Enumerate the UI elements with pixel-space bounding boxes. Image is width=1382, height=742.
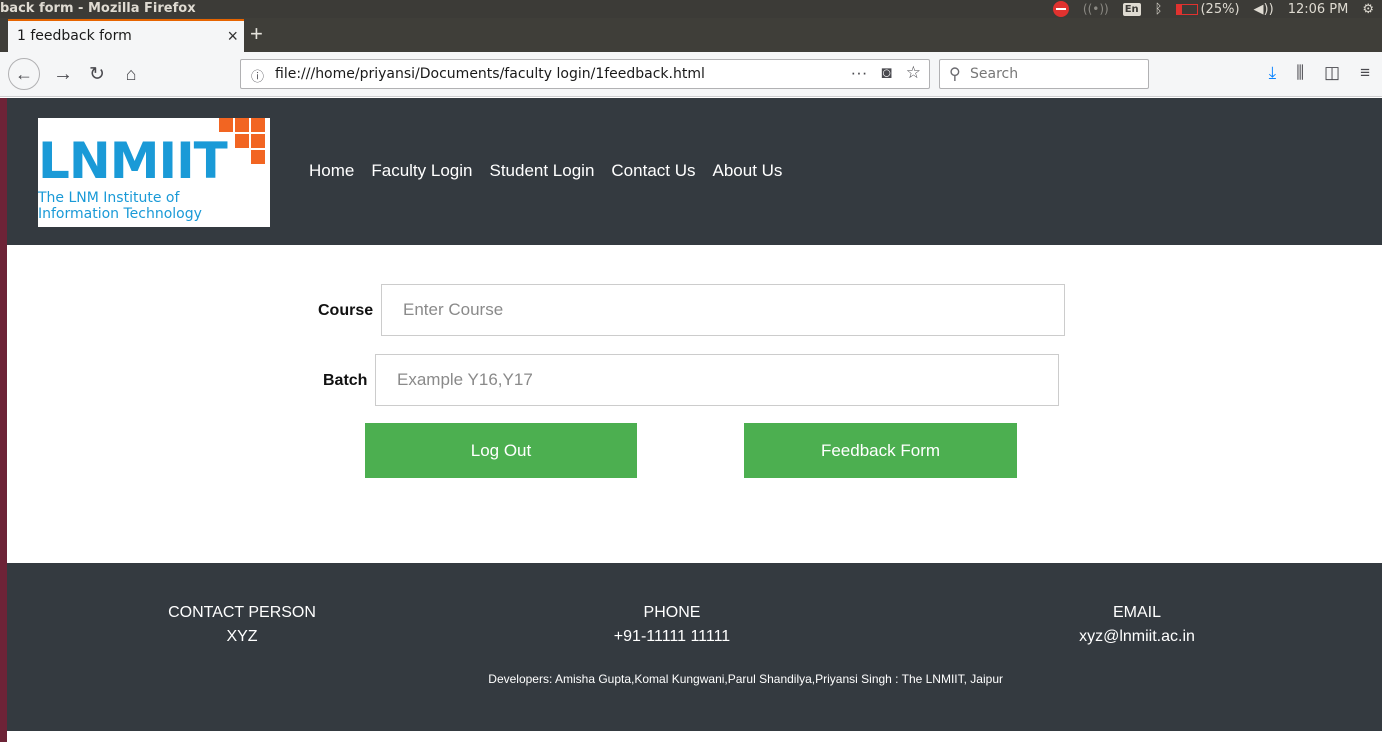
site-nav: Home Faculty Login Student Login Contact… [309,161,782,181]
search-icon: ⚲ [949,66,961,83]
course-label: Course [318,302,374,319]
batch-input[interactable] [375,354,1059,406]
clock[interactable]: 12:06 PM [1288,2,1349,17]
page-actions-ellipsis-icon[interactable]: ··· [850,63,867,83]
page-viewport: LNMIIT The LNM Institute of Information … [0,98,1382,742]
keyboard-layout-indicator[interactable]: En [1122,2,1141,16]
logo-subtitle-line-1: The LNM Institute of [38,190,180,206]
battery-icon [1176,3,1199,15]
wifi-icon[interactable]: ((•)) [1083,2,1109,16]
tab-feedback-form[interactable]: 1 feedback form × [8,19,244,52]
tab-title: 1 feedback form [17,28,132,44]
back-arrow-icon[interactable]: ← [8,58,40,90]
system-tray: ((•)) En ᛒ (25%) ◀)) 12:06 PM ⚙ [1052,0,1374,18]
os-top-bar: back form - Mozilla Firefox ((•)) En ᛒ (… [0,0,1382,18]
volume-icon[interactable]: ◀)) [1254,2,1274,17]
contact-heading: CONTACT PERSON [168,604,316,621]
log-out-button[interactable]: Log Out [365,423,637,478]
logo-square [235,118,249,132]
phone-heading: PHONE [643,604,701,621]
logo-square [251,118,265,132]
download-icon[interactable]: ⤓ [1269,63,1277,83]
logo-square [219,118,233,132]
lnmiit-logo[interactable]: LNMIIT The LNM Institute of Information … [38,118,270,227]
nav-link-contact-us[interactable]: Contact Us [611,161,695,181]
nav-link-student-login[interactable]: Student Login [489,161,594,181]
nav-link-faculty-login[interactable]: Faculty Login [371,161,472,181]
search-bar[interactable]: ⚲ [939,59,1149,89]
tab-strip: 1 feedback form × + [0,18,1382,52]
battery-percent: (25%) [1200,1,1240,17]
logo-square [235,134,249,148]
menu-hamburger-icon[interactable]: ≡ [1360,63,1370,83]
pocket-icon[interactable]: ◙ [881,63,891,83]
window-title: back form - Mozilla Firefox [0,1,196,16]
email-heading: EMAIL [1112,604,1161,621]
url-text[interactable]: file:///home/priyansi/Documents/faculty … [275,66,705,82]
course-input[interactable] [381,284,1065,336]
browser-toolbar: ← → ↻ ⌂ ⓘ file:///home/priyansi/Document… [0,52,1382,97]
reload-icon[interactable]: ↻ [84,60,110,88]
logo-square [251,150,265,164]
site-header: LNMIIT The LNM Institute of Information … [7,98,1382,245]
footer-email: EMAIL xyz@lnmiit.ac.in [1057,601,1217,649]
bluetooth-icon[interactable]: ᛒ [1155,2,1163,17]
phone-value: +91-11111 11111 [613,628,731,645]
site-footer: CONTACT PERSON XYZ PHONE +91-11111 11111… [7,563,1382,731]
battery-indicator[interactable]: (25%) [1176,1,1240,17]
new-tab-plus-icon[interactable]: + [250,21,263,47]
address-bar[interactable]: ⓘ file:///home/priyansi/Documents/facult… [240,59,930,89]
feedback-form-button[interactable]: Feedback Form [744,423,1017,478]
logo-square [251,134,265,148]
batch-label: Batch [323,372,368,389]
settings-gear-icon[interactable]: ⚙ [1362,2,1374,17]
logo-subtitle-line-2: Information Technology [38,206,202,222]
sidebar-icon[interactable]: ◫ [1324,63,1340,83]
site-info-icon[interactable]: ⓘ [251,66,264,85]
footer-contact: CONTACT PERSON XYZ [162,601,322,649]
nav-link-about-us[interactable]: About Us [713,161,783,181]
home-icon[interactable]: ⌂ [118,60,144,88]
footer-phone: PHONE +91-11111 11111 [592,601,752,649]
nav-link-home[interactable]: Home [309,161,354,181]
library-icon[interactable]: ⫼ [1296,63,1304,83]
logo-subtitle: The LNM Institute of Information Technol… [38,190,202,222]
desktop-edge [0,98,7,742]
bookmark-star-icon[interactable]: ☆ [906,63,921,83]
tab-close-icon[interactable]: × [227,26,238,46]
notification-stop-icon[interactable] [1052,1,1069,17]
logo-wordmark: LNMIIT [38,132,228,190]
email-value[interactable]: xyz@lnmiit.ac.in [1057,625,1217,649]
forward-arrow-icon[interactable]: → [50,60,76,88]
page-bottom-margin [7,731,1382,742]
developers-credit: Developers: Amisha Gupta,Komal Kungwani,… [488,672,1003,686]
search-input[interactable] [970,64,1140,84]
contact-value: XYZ [226,628,258,645]
